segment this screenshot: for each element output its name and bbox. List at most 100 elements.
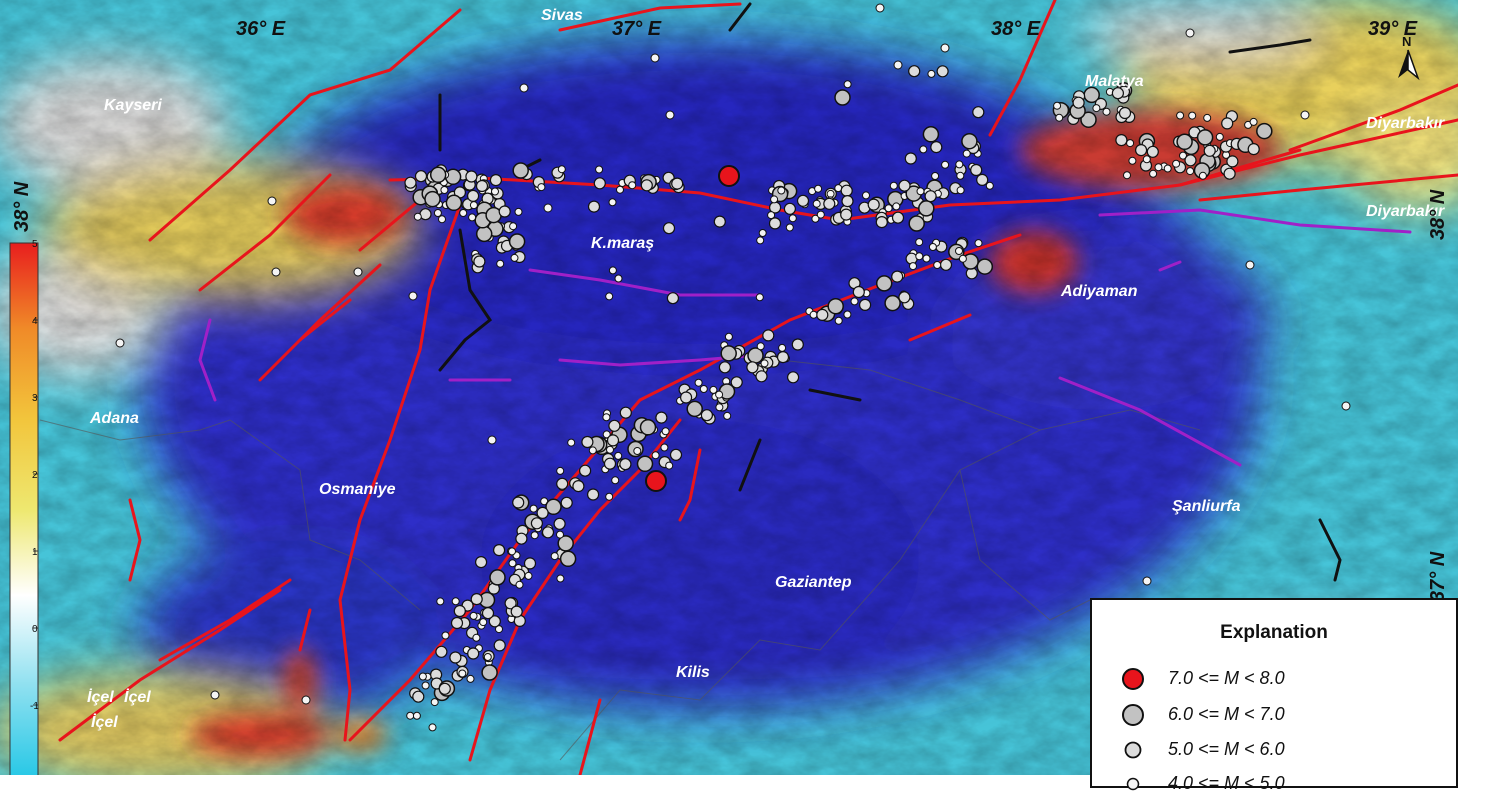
place-label-malatya: Malatya	[1085, 73, 1144, 90]
aftershock-marker	[843, 80, 852, 89]
aftershock-marker	[602, 413, 611, 422]
mainshock-marker[interactable]	[718, 165, 740, 187]
mainshock-marker[interactable]	[645, 470, 667, 492]
aftershock-marker	[436, 597, 445, 606]
aftershock-marker	[956, 186, 965, 195]
aftershock-marker	[840, 208, 853, 221]
aftershock-marker	[671, 177, 684, 190]
place-label-sivas: Sivas	[541, 7, 583, 24]
aftershock-marker	[438, 682, 451, 695]
aftershock-marker	[475, 179, 489, 193]
aftershock-marker	[481, 664, 498, 681]
aftershock-marker	[1188, 111, 1197, 120]
aftershock-marker	[435, 645, 448, 658]
aftershock-marker	[791, 338, 804, 351]
aftershock-marker	[908, 215, 925, 232]
aftershock-marker	[1142, 576, 1152, 586]
aftershock-marker	[1215, 132, 1224, 141]
aftershock-marker	[578, 464, 592, 477]
aftershock-marker	[512, 162, 529, 179]
aftershock-marker	[796, 194, 810, 207]
aftershock-marker	[536, 506, 549, 520]
aftershock-marker	[581, 435, 594, 449]
colorbar-tick-label: 4	[32, 316, 38, 327]
aftershock-marker	[662, 222, 676, 235]
longitude-label-38e: 38° E	[991, 18, 1041, 40]
aftershock-marker	[918, 200, 935, 217]
aftershock-marker	[430, 698, 439, 707]
aftershock-marker	[440, 186, 449, 194]
aftershock-marker	[770, 195, 779, 204]
aftershock-marker	[408, 291, 418, 301]
aftershock-marker	[556, 574, 565, 583]
aftershock-marker	[891, 211, 905, 224]
aftershock-marker	[904, 152, 917, 165]
colorbar-tick-label: 1	[32, 547, 38, 558]
aftershock-marker	[755, 293, 764, 302]
legend-symbol-circle-icon	[1124, 741, 1142, 759]
aftershock-marker	[827, 297, 844, 315]
aftershock-marker	[508, 233, 526, 250]
aftershock-marker	[560, 496, 573, 509]
aftershock-marker	[449, 651, 462, 664]
aftershock-marker	[418, 672, 427, 681]
legend-title: Explanation	[1220, 622, 1328, 643]
aftershock-marker	[755, 370, 768, 383]
colorbar-tick-label: 2	[32, 470, 38, 481]
aftershock-marker	[974, 239, 983, 248]
colorbar-tick-label: 0	[32, 624, 38, 635]
aftershock-marker	[1134, 144, 1148, 157]
aftershock-marker	[467, 189, 480, 202]
aftershock-marker	[606, 445, 614, 454]
aftershock-marker	[567, 438, 576, 447]
aftershock-marker	[572, 480, 585, 493]
aftershock-marker	[639, 419, 657, 436]
aftershock-marker	[931, 172, 940, 180]
aftershock-marker	[666, 292, 680, 305]
aftershock-marker	[1221, 117, 1234, 130]
aftershock-marker	[556, 477, 569, 490]
aftershock-marker	[1247, 143, 1260, 156]
legend-symbol-circle-icon	[1122, 704, 1144, 726]
aftershock-marker	[508, 559, 517, 568]
aftershock-marker	[976, 258, 994, 275]
aftershock-marker	[1186, 167, 1195, 176]
aftershock-marker	[450, 616, 464, 630]
aftershock-marker	[970, 163, 983, 177]
aftershock-marker	[924, 190, 937, 203]
aftershock-marker	[930, 141, 943, 154]
aftershock-marker	[955, 160, 964, 169]
aftershock-marker	[530, 531, 539, 540]
aftershock-marker	[1341, 401, 1351, 411]
aftershock-marker	[608, 419, 621, 432]
aftershock-marker	[915, 238, 924, 247]
place-label-kmaras: K.maraş	[591, 235, 654, 252]
aftershock-marker	[928, 243, 937, 251]
aftershock-marker	[665, 110, 675, 120]
aftershock-marker	[115, 338, 125, 348]
aftershock-marker	[786, 371, 800, 384]
aftershock-marker	[467, 647, 480, 660]
aftershock-marker	[1300, 110, 1310, 120]
legend-item-label: 5.0 <= M < 6.0	[1168, 739, 1285, 759]
aftershock-marker	[489, 569, 506, 586]
aftershock-marker	[633, 447, 642, 455]
place-label-gaziantep: Gaziantep	[775, 574, 852, 591]
aftershock-marker	[655, 411, 668, 424]
aftershock-marker	[451, 597, 460, 606]
aftershock-marker	[783, 202, 797, 215]
aftershock-marker	[537, 183, 546, 192]
aftershock-marker	[1092, 104, 1101, 113]
aftershock-marker	[433, 209, 442, 217]
legend-item-label: 6.0 <= M < 7.0	[1168, 704, 1285, 724]
aftershock-marker	[908, 65, 921, 78]
aftershock-marker	[834, 316, 843, 325]
aftershock-marker	[515, 580, 524, 589]
aftershock-marker	[628, 181, 637, 190]
aftershock-marker	[1226, 155, 1239, 168]
legend-panel: Explanation 7.0 <= M < 8.0 6.0 <= M < 7.…	[1090, 598, 1458, 793]
aftershock-marker	[445, 194, 463, 212]
aftershock-marker	[508, 547, 516, 556]
aftershock-marker	[441, 631, 450, 640]
aftershock-marker	[956, 171, 965, 180]
